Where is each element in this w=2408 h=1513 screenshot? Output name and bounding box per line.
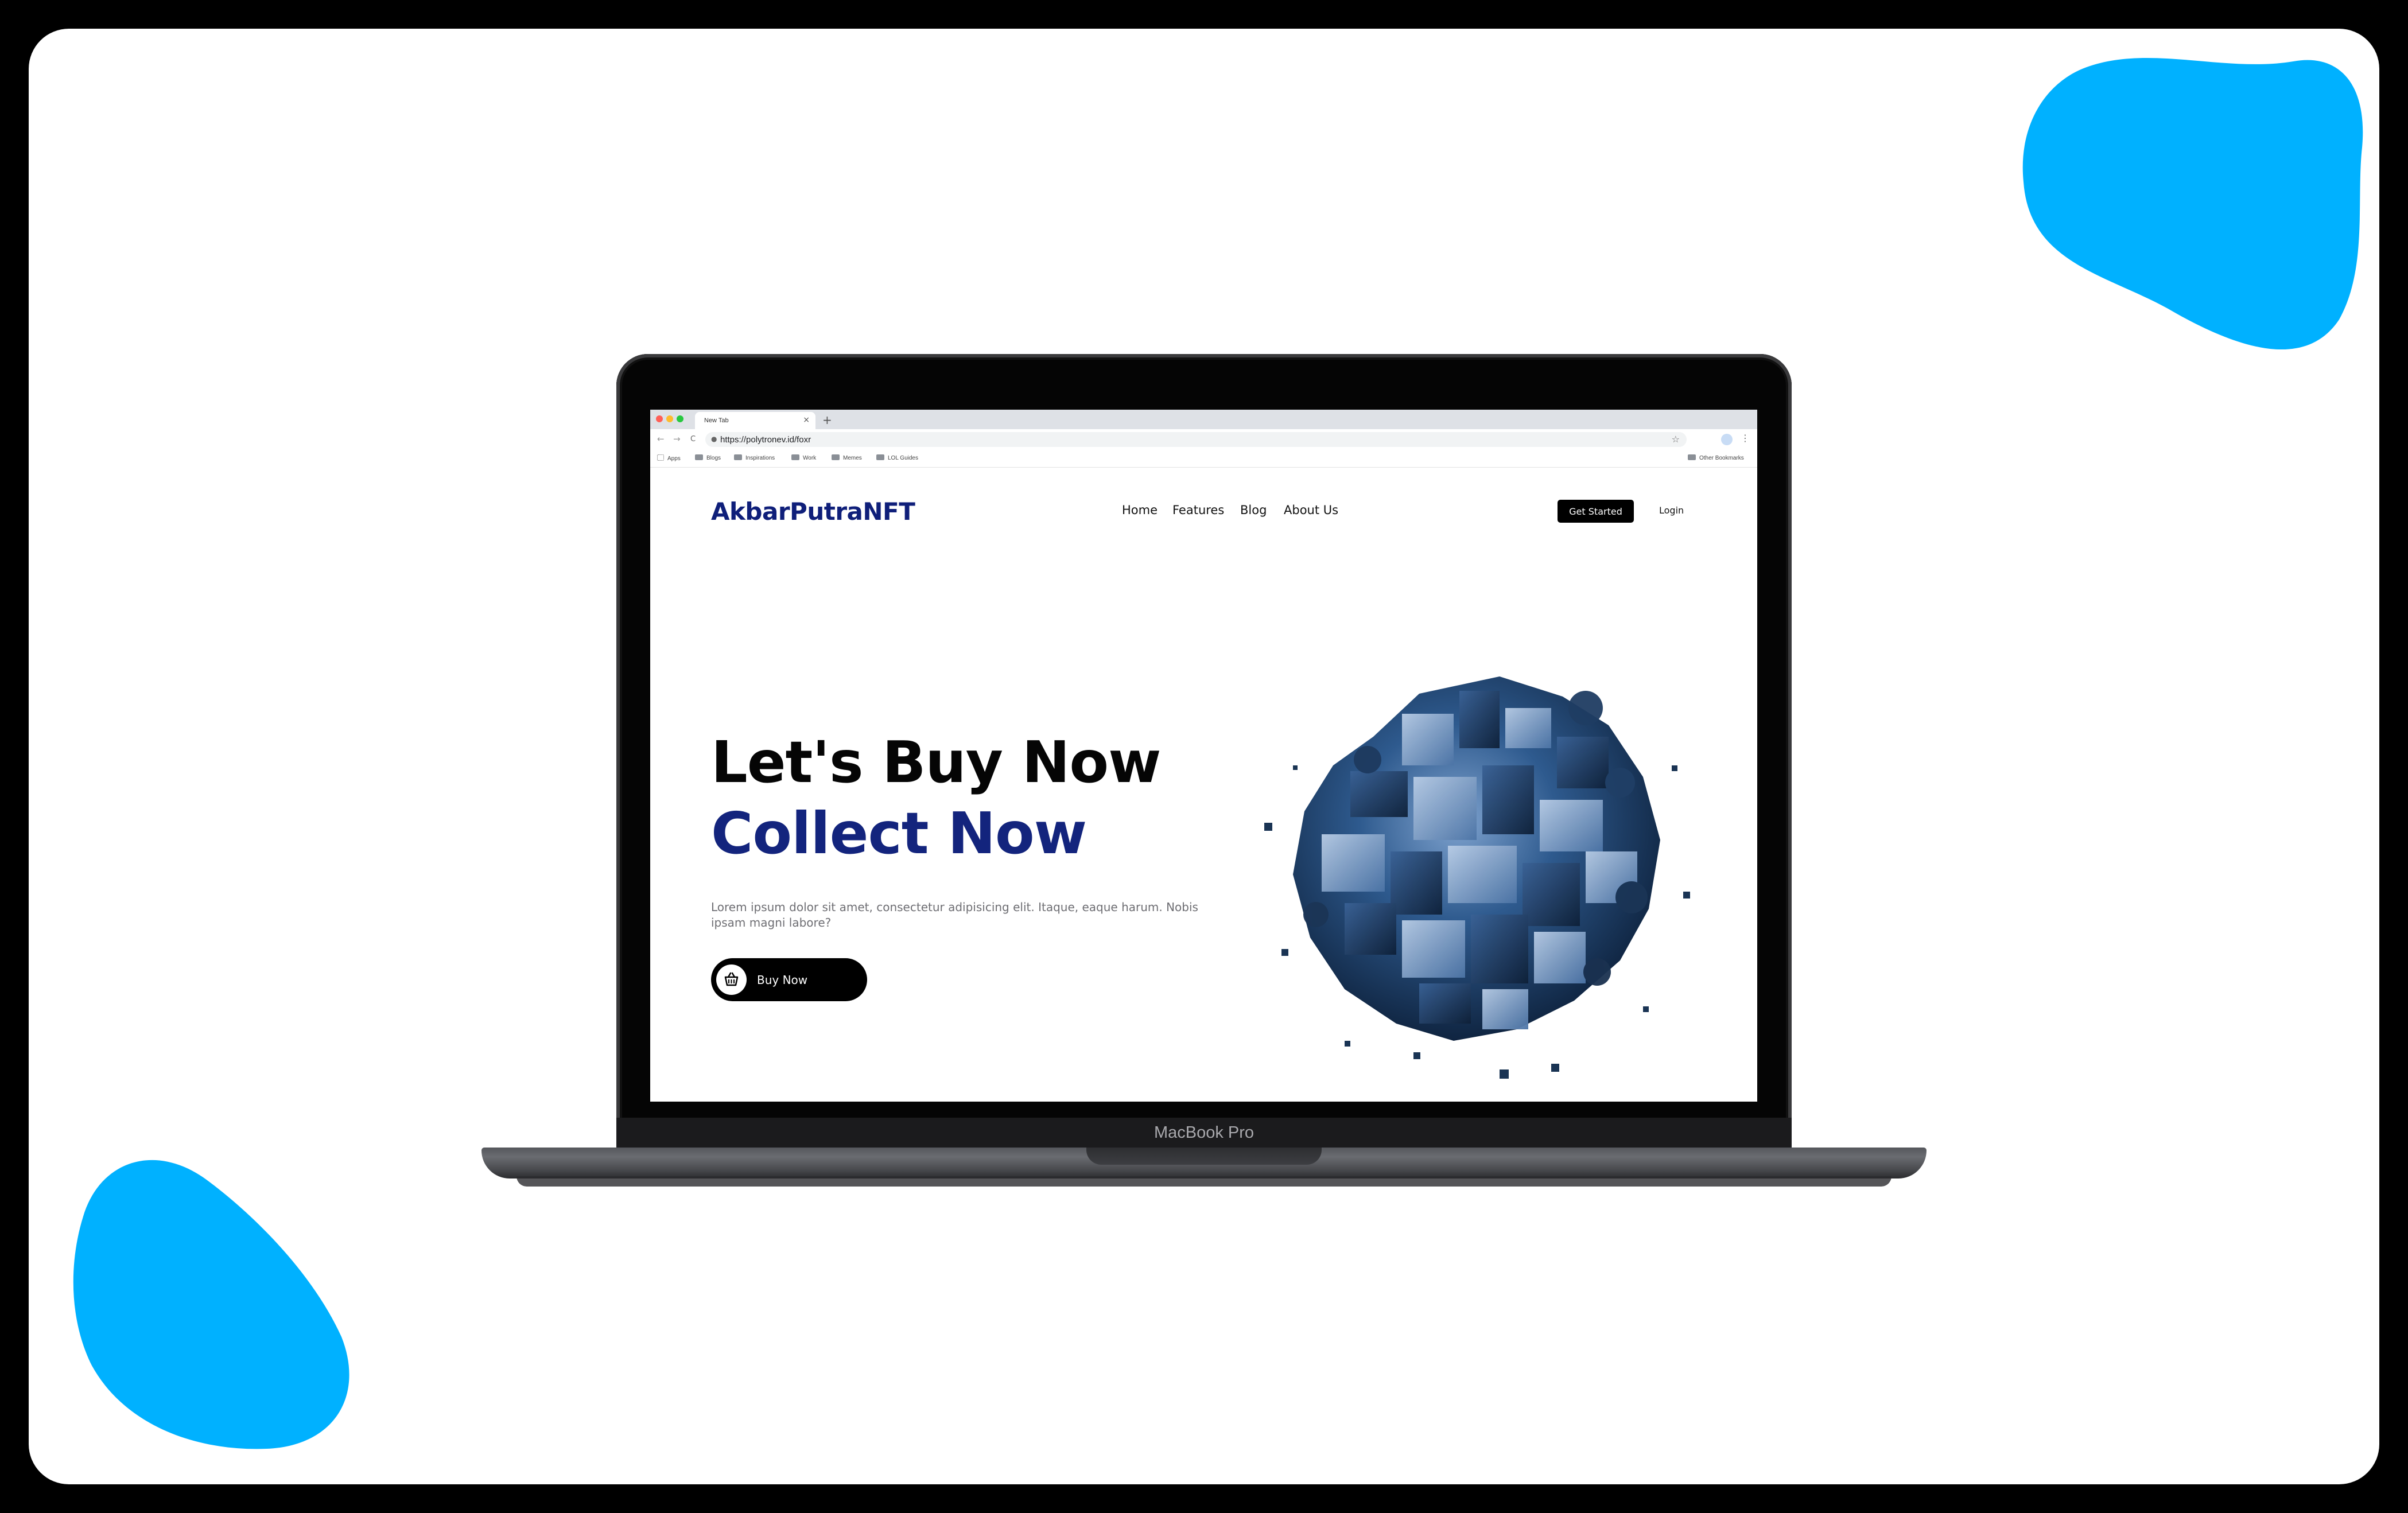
reload-icon[interactable]: C xyxy=(690,435,696,444)
nft-artwork-image xyxy=(1264,676,1690,1079)
bookmark-other[interactable]: Other Bookmarks xyxy=(1688,454,1744,461)
cart-icon xyxy=(716,964,747,995)
folder-icon xyxy=(695,454,703,460)
laptop-brand-label: MacBook Pro xyxy=(1153,1123,1255,1142)
apps-grid-icon xyxy=(657,454,664,461)
maximize-window-icon[interactable] xyxy=(677,415,683,422)
laptop-notch xyxy=(1086,1148,1322,1165)
address-bar[interactable]: ● https://polytronev.id/foxr ☆ xyxy=(705,432,1687,447)
site-logo[interactable]: AkbarPutraNFT xyxy=(711,497,915,526)
browser-toolbar: ← → C ● https://polytronev.id/foxr ☆ ⋮ xyxy=(650,429,1757,450)
get-started-button[interactable]: Get Started xyxy=(1558,500,1634,523)
folder-icon xyxy=(734,454,742,460)
hero-headline-line1: Let's Buy Now xyxy=(711,729,1161,796)
nav-blog[interactable]: Blog xyxy=(1240,503,1267,517)
tab-title: New Tab xyxy=(704,417,729,424)
forward-icon[interactable]: → xyxy=(673,434,681,444)
hero-description: Lorem ipsum dolor sit amet, consectetur … xyxy=(711,900,1198,929)
tab-close-icon[interactable]: × xyxy=(803,415,810,425)
menu-icon[interactable]: ⋮ xyxy=(1741,433,1750,444)
new-tab-icon[interactable]: + xyxy=(822,413,832,427)
bookmark-work[interactable]: Work xyxy=(791,454,816,461)
browser-tab-strip: New Tab × + xyxy=(650,410,1757,429)
close-window-icon[interactable] xyxy=(656,415,663,422)
folder-icon xyxy=(791,454,799,460)
bookmark-inspirations[interactable]: Inspirations xyxy=(734,454,775,461)
blob-top-right xyxy=(2022,57,2363,350)
bookmarks-bar: Apps Blogs Inspirations Work Memes LOL G… xyxy=(650,450,1757,468)
laptop-screen: New Tab × + ← → C ● https://polytronev.i… xyxy=(650,410,1757,1102)
laptop-foot xyxy=(516,1176,1892,1187)
nav-about-us[interactable]: About Us xyxy=(1284,503,1338,517)
buy-now-button[interactable]: Buy Now xyxy=(711,958,867,1001)
bookmark-blogs[interactable]: Blogs xyxy=(695,454,721,461)
bookmark-lol-guides[interactable]: LOL Guides xyxy=(876,454,918,461)
star-icon[interactable]: ☆ xyxy=(1672,434,1680,445)
nav-home[interactable]: Home xyxy=(1122,503,1158,517)
bookmark-apps[interactable]: Apps xyxy=(657,454,681,462)
browser-tab[interactable]: New Tab × xyxy=(695,412,815,429)
nav-features[interactable]: Features xyxy=(1172,503,1224,517)
profile-icon[interactable] xyxy=(1721,434,1733,445)
url-text: https://polytronev.id/foxr xyxy=(720,435,811,445)
hero-headline-line2: Collect Now xyxy=(711,800,1087,867)
folder-icon xyxy=(1688,454,1696,460)
back-icon[interactable]: ← xyxy=(657,434,665,444)
login-link[interactable]: Login xyxy=(1659,505,1684,516)
bookmark-memes[interactable]: Memes xyxy=(832,454,862,461)
blob-bottom-left xyxy=(73,1160,349,1449)
lock-icon: ● xyxy=(711,435,717,443)
buy-now-label: Buy Now xyxy=(757,973,808,987)
folder-icon xyxy=(832,454,840,460)
folder-icon xyxy=(876,454,884,460)
minimize-window-icon[interactable] xyxy=(666,415,673,422)
